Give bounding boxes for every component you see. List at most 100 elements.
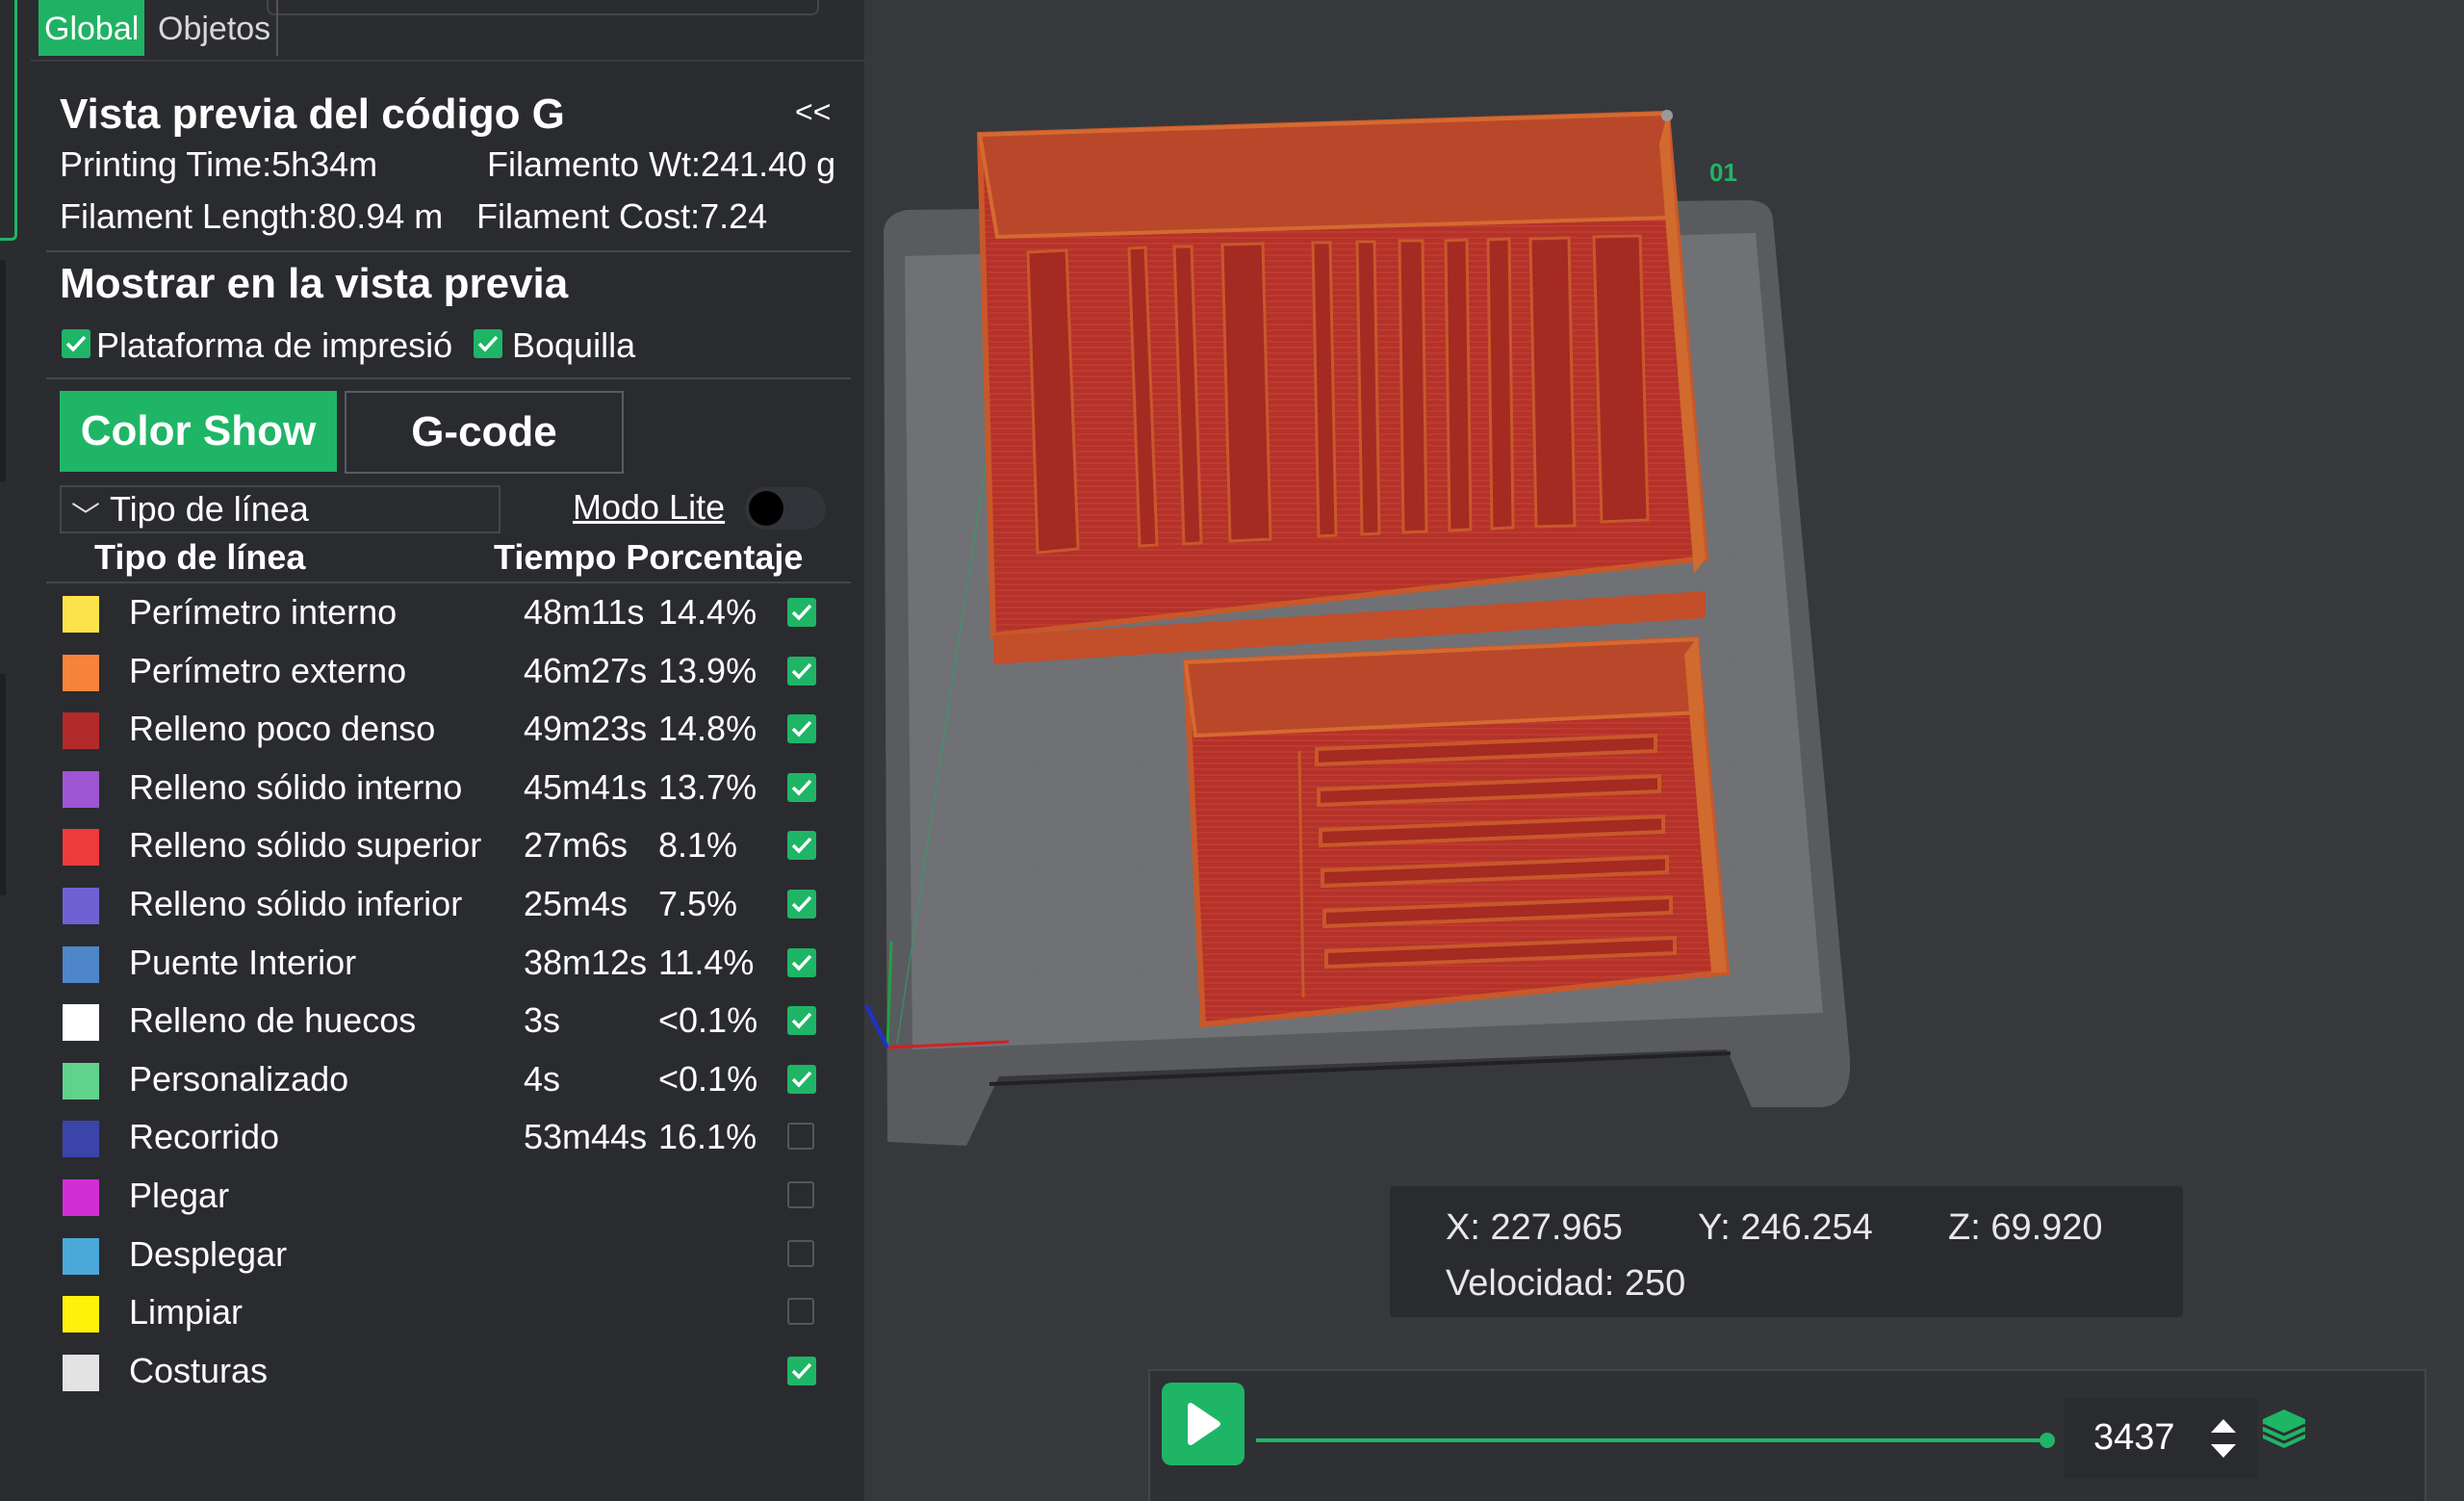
line-type-row: Desplegar <box>60 1229 849 1286</box>
tab-bar: Global Objetos <box>31 0 864 62</box>
line-type-percent: 14.8% <box>658 709 757 749</box>
layers-icon[interactable] <box>2257 1406 2311 1452</box>
visibility-checkbox[interactable] <box>787 1356 816 1385</box>
line-type-time: 38m12s <box>524 942 648 982</box>
color-swatch[interactable] <box>63 770 99 808</box>
lite-mode-toggle[interactable] <box>745 487 826 530</box>
bed-label: Plataforma de impresió <box>96 325 453 365</box>
line-type-time: 53m44s <box>524 1117 648 1157</box>
line-type-time: 46m27s <box>524 650 648 690</box>
line-type-time: 25m4s <box>524 884 629 923</box>
dropdown-value: Tipo de línea <box>110 489 309 529</box>
nozzle-checkbox[interactable] <box>474 329 502 358</box>
line-type-row: Perímetro externo 46m27s 13.9% <box>60 645 849 703</box>
visibility-checkbox[interactable] <box>787 831 816 861</box>
tab-global[interactable]: Global <box>38 0 145 56</box>
layer-number-input[interactable]: 3437 <box>2065 1398 2257 1479</box>
visibility-checkbox[interactable] <box>787 772 816 802</box>
line-type-dropdown[interactable]: ﹀ Tipo de línea <box>60 485 500 533</box>
visibility-checkbox[interactable] <box>787 656 816 686</box>
color-swatch[interactable] <box>63 1062 99 1100</box>
color-swatch[interactable] <box>63 1296 99 1333</box>
bed-checkbox[interactable] <box>62 329 90 358</box>
sidebar-marker <box>0 260 6 481</box>
move-slider-track[interactable] <box>1256 1438 2047 1442</box>
line-type-row: Plegar <box>60 1170 849 1228</box>
line-type-name: Relleno sólido superior <box>129 825 482 866</box>
check-icon <box>791 895 812 913</box>
line-type-row: Recorrido 53m44s 16.1% <box>60 1111 849 1169</box>
line-type-percent: 14.4% <box>658 592 757 632</box>
line-type-row: Puente Interior 38m12s 11.4% <box>60 937 849 995</box>
collapse-button[interactable]: << <box>795 94 831 130</box>
line-type-time: 3s <box>524 1000 561 1041</box>
line-type-row: Perímetro interno 48m11s 14.4% <box>60 586 849 644</box>
line-type-percent: 13.9% <box>658 650 757 690</box>
line-type-percent: 16.1% <box>658 1117 757 1157</box>
line-type-name: Costuras <box>129 1350 269 1390</box>
visibility-checkbox[interactable] <box>787 890 816 919</box>
line-type-name: Relleno de huecos <box>129 1000 417 1041</box>
line-type-time: 48m11s <box>524 592 645 632</box>
line-type-time: 49m23s <box>524 709 648 749</box>
check-icon <box>791 779 812 796</box>
line-type-row: Costuras <box>60 1345 849 1403</box>
check-icon <box>791 662 812 680</box>
color-swatch[interactable] <box>63 888 99 924</box>
z-coordinate: Z: 69.920 <box>1948 1207 2103 1248</box>
filament-length: Filament Length:80.94 m <box>60 196 444 236</box>
tab-objects[interactable]: Objetos <box>152 0 279 56</box>
sidebar-marker <box>0 674 6 895</box>
y-coordinate: Y: 246.254 <box>1698 1207 1873 1248</box>
visibility-checkbox[interactable] <box>787 1181 814 1208</box>
color-swatch[interactable] <box>63 712 99 750</box>
check-icon <box>477 335 499 352</box>
visibility-checkbox[interactable] <box>787 1123 814 1151</box>
line-type-name: Perímetro externo <box>129 650 407 690</box>
sidebar-accent-frame <box>0 0 17 241</box>
visibility-checkbox[interactable] <box>787 1298 814 1326</box>
line-type-time: 27m6s <box>524 825 629 866</box>
color-swatch[interactable] <box>63 829 99 867</box>
line-type-percent: 13.7% <box>658 766 757 807</box>
check-icon <box>791 954 812 971</box>
line-type-time: 4s <box>524 1058 561 1099</box>
move-slider-thumb[interactable] <box>2040 1433 2055 1448</box>
visibility-checkbox[interactable] <box>787 1239 814 1267</box>
visibility-checkbox[interactable] <box>787 1064 816 1094</box>
color-swatch[interactable] <box>63 945 99 983</box>
move-slider-bar: 3437 <box>1148 1369 2426 1501</box>
divider <box>46 250 851 252</box>
gcode-button[interactable]: G-code <box>345 391 624 474</box>
color-swatch[interactable] <box>63 596 99 633</box>
play-button[interactable] <box>1162 1383 1245 1465</box>
visibility-checkbox[interactable] <box>787 714 816 744</box>
3d-viewport[interactable]: 01 <box>864 0 2464 1348</box>
line-type-name: Personalizado <box>129 1058 349 1099</box>
line-type-name: Relleno sólido interno <box>129 766 463 807</box>
line-type-percent: 7.5% <box>658 884 738 923</box>
spin-arrows-icon[interactable] <box>2207 1411 2240 1465</box>
color-swatch[interactable] <box>63 1121 99 1158</box>
visibility-checkbox[interactable] <box>787 1006 816 1036</box>
color-swatch[interactable] <box>63 1354 99 1391</box>
top-search-box[interactable] <box>267 0 819 15</box>
visibility-checkbox[interactable] <box>787 947 816 977</box>
object-label: 01 <box>1709 158 1737 187</box>
position-info-box: X: 227.965 Y: 246.254 Z: 69.920 Velocida… <box>1390 1186 2183 1317</box>
color-show-button[interactable]: Color Show <box>60 391 337 472</box>
visibility-checkbox[interactable] <box>787 598 816 627</box>
color-swatch[interactable] <box>63 1004 99 1042</box>
color-swatch[interactable] <box>63 1179 99 1216</box>
lite-mode-label: Modo Lite <box>573 487 726 527</box>
color-swatch[interactable] <box>63 654 99 691</box>
column-header-time-percent: Tiempo Porcentaje <box>494 537 804 577</box>
check-icon <box>791 604 812 621</box>
column-header-type: Tipo de línea <box>94 537 306 577</box>
color-swatch[interactable] <box>63 1237 99 1275</box>
preview-title: Vista previa del código G <box>60 91 565 138</box>
check-icon <box>791 1013 812 1029</box>
line-type-name: Relleno sólido inferior <box>129 884 463 923</box>
line-type-row: Limpiar <box>60 1286 849 1344</box>
nozzle-label: Boquilla <box>512 325 636 365</box>
